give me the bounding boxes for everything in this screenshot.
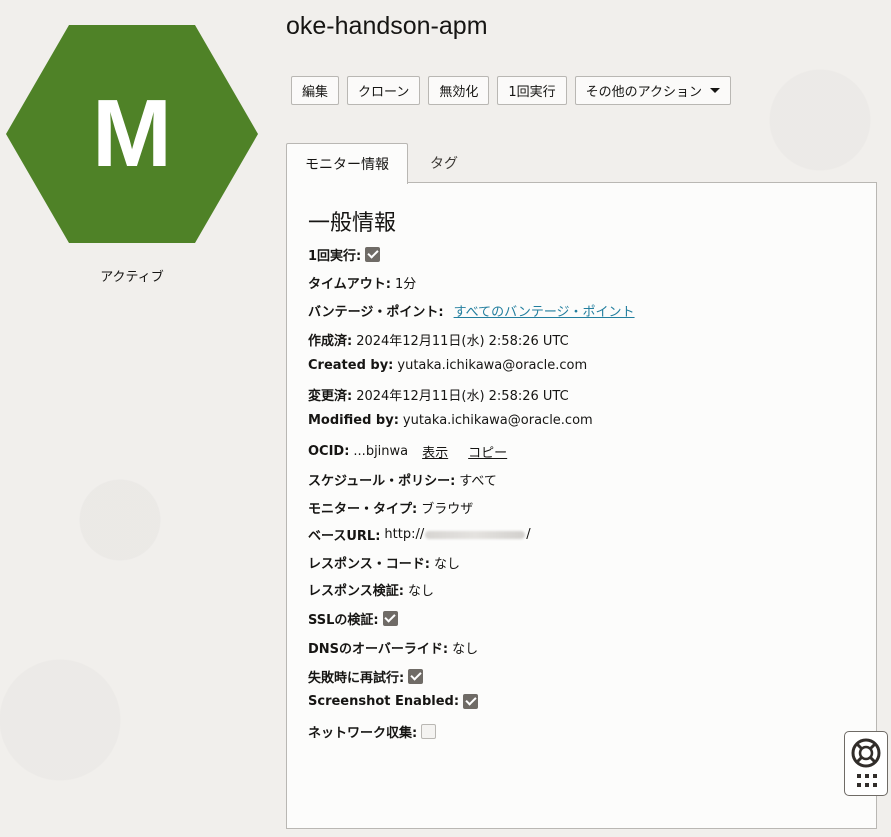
schedule-label: スケジュール・ポリシー:: [308, 474, 456, 489]
base-url-prefix: http://: [384, 527, 425, 542]
network-checkbox: [421, 724, 437, 739]
monitor-type-label: モニター・タイプ:: [308, 502, 418, 517]
schedule-value: すべて: [459, 474, 497, 489]
created-label: 作成済:: [308, 334, 353, 349]
avatar-letter: M: [92, 80, 172, 187]
modified-by-row: Modified by: yutaka.ichikawa@oracle.com: [308, 413, 593, 428]
clone-button-label: クローン: [358, 85, 410, 100]
ssl-row: SSLの検証:: [308, 609, 398, 628]
general-info-panel: 一般情報 1回実行: タイムアウト: 1分 バンテージ・ポイント: すべてのバン…: [286, 182, 877, 829]
schedule-row: スケジュール・ポリシー: すべて: [308, 470, 497, 489]
status-label: アクティブ: [100, 270, 164, 285]
timeout-label: タイムアウト:: [308, 277, 391, 292]
monitor-type-row: モニター・タイプ: ブラウザ: [308, 498, 473, 517]
screenshot-row: Screenshot Enabled:: [308, 694, 479, 709]
dns-row: DNSのオーバーライド: なし: [308, 638, 478, 657]
run-once-checkbox: [365, 247, 381, 262]
ocid-show-link[interactable]: 表示: [422, 442, 448, 461]
base-url-row: ベースURL: http:// /: [308, 525, 531, 544]
modified-by-value: yutaka.ichikawa@oracle.com: [402, 413, 593, 428]
response-code-row: レスポンス・コード: なし: [308, 553, 460, 572]
tab-tags[interactable]: タグ: [408, 143, 476, 183]
created-value: 2024年12月11日(水) 2:58:26 UTC: [356, 334, 569, 349]
tab-monitor-info[interactable]: モニター情報: [286, 143, 408, 184]
tab-tags-label: タグ: [430, 156, 458, 172]
clone-button[interactable]: クローン: [347, 76, 421, 105]
retry-row: 失敗時に再試行:: [308, 667, 424, 686]
grid-menu-icon: [857, 774, 877, 788]
run-once-label: 1回実行:: [308, 249, 362, 264]
created-by-row: Created by: yutaka.ichikawa@oracle.com: [308, 358, 587, 373]
response-validation-label: レスポンス検証:: [308, 584, 404, 599]
disable-button-label: 無効化: [439, 85, 479, 100]
created-by-label: Created by:: [308, 358, 394, 373]
ssl-label: SSLの検証:: [308, 613, 379, 628]
vantage-label: バンテージ・ポイント:: [308, 305, 444, 320]
ocid-label: OCID:: [308, 444, 350, 459]
timeout-row: タイムアウト: 1分: [308, 273, 416, 292]
more-actions-button[interactable]: その他のアクション: [574, 76, 732, 105]
modified-by-label: Modified by:: [308, 413, 399, 428]
help-widget[interactable]: [844, 731, 888, 796]
lifebuoy-icon: [851, 738, 881, 768]
edit-button[interactable]: 編集: [291, 76, 340, 105]
more-actions-label: その他のアクション: [585, 85, 703, 100]
created-by-value: yutaka.ichikawa@oracle.com: [397, 358, 588, 373]
timeout-value: 1分: [394, 277, 417, 292]
ocid-copy-link[interactable]: コピー: [468, 442, 507, 461]
disable-button[interactable]: 無効化: [428, 76, 490, 105]
created-row: 作成済: 2024年12月11日(水) 2:58:26 UTC: [308, 330, 569, 349]
run-once-button[interactable]: 1回実行: [497, 76, 567, 105]
response-code-value: なし: [433, 557, 460, 572]
caret-down-icon: [710, 88, 721, 93]
ocid-row: OCID: ...bjinwa 表示 コピー: [308, 442, 507, 461]
modified-value: 2024年12月11日(水) 2:58:26 UTC: [356, 389, 569, 404]
section-heading: 一般情報: [308, 211, 397, 236]
base-url-suffix: /: [526, 527, 531, 542]
modified-label: 変更済:: [308, 389, 353, 404]
action-toolbar: 編集 クローン 無効化 1回実行 その他のアクション: [291, 76, 732, 105]
modified-row: 変更済: 2024年12月11日(水) 2:58:26 UTC: [308, 385, 569, 404]
monitor-type-value: ブラウザ: [421, 502, 474, 517]
response-code-label: レスポンス・コード:: [308, 557, 430, 572]
page-title: oke-handson-apm: [286, 12, 488, 40]
dns-label: DNSのオーバーライド:: [308, 642, 449, 657]
ocid-value: ...bjinwa: [353, 444, 409, 459]
monitor-avatar: M: [6, 25, 258, 243]
dns-value: なし: [452, 642, 479, 657]
response-validation-row: レスポンス検証: なし: [308, 580, 434, 599]
run-once-row: 1回実行:: [308, 245, 381, 264]
edit-button-label: 編集: [302, 85, 329, 100]
vantage-row: バンテージ・ポイント: すべてのバンテージ・ポイント: [308, 301, 635, 320]
redacted-url: [425, 530, 526, 539]
ssl-checkbox: [382, 611, 398, 626]
vantage-points-link[interactable]: すべてのバンテージ・ポイント: [454, 301, 635, 320]
network-label: ネットワーク収集:: [308, 726, 418, 741]
screenshot-label: Screenshot Enabled:: [308, 694, 460, 709]
tab-bar: モニター情報 タグ: [286, 143, 476, 184]
base-url-label: ベースURL:: [308, 529, 381, 544]
screenshot-checkbox: [463, 694, 479, 709]
response-validation-value: なし: [407, 584, 434, 599]
run-once-button-label: 1回実行: [508, 85, 556, 100]
tab-monitor-info-label: モニター情報: [305, 157, 389, 173]
retry-checkbox: [408, 669, 424, 684]
network-row: ネットワーク収集:: [308, 722, 437, 741]
retry-label: 失敗時に再試行:: [308, 671, 405, 686]
